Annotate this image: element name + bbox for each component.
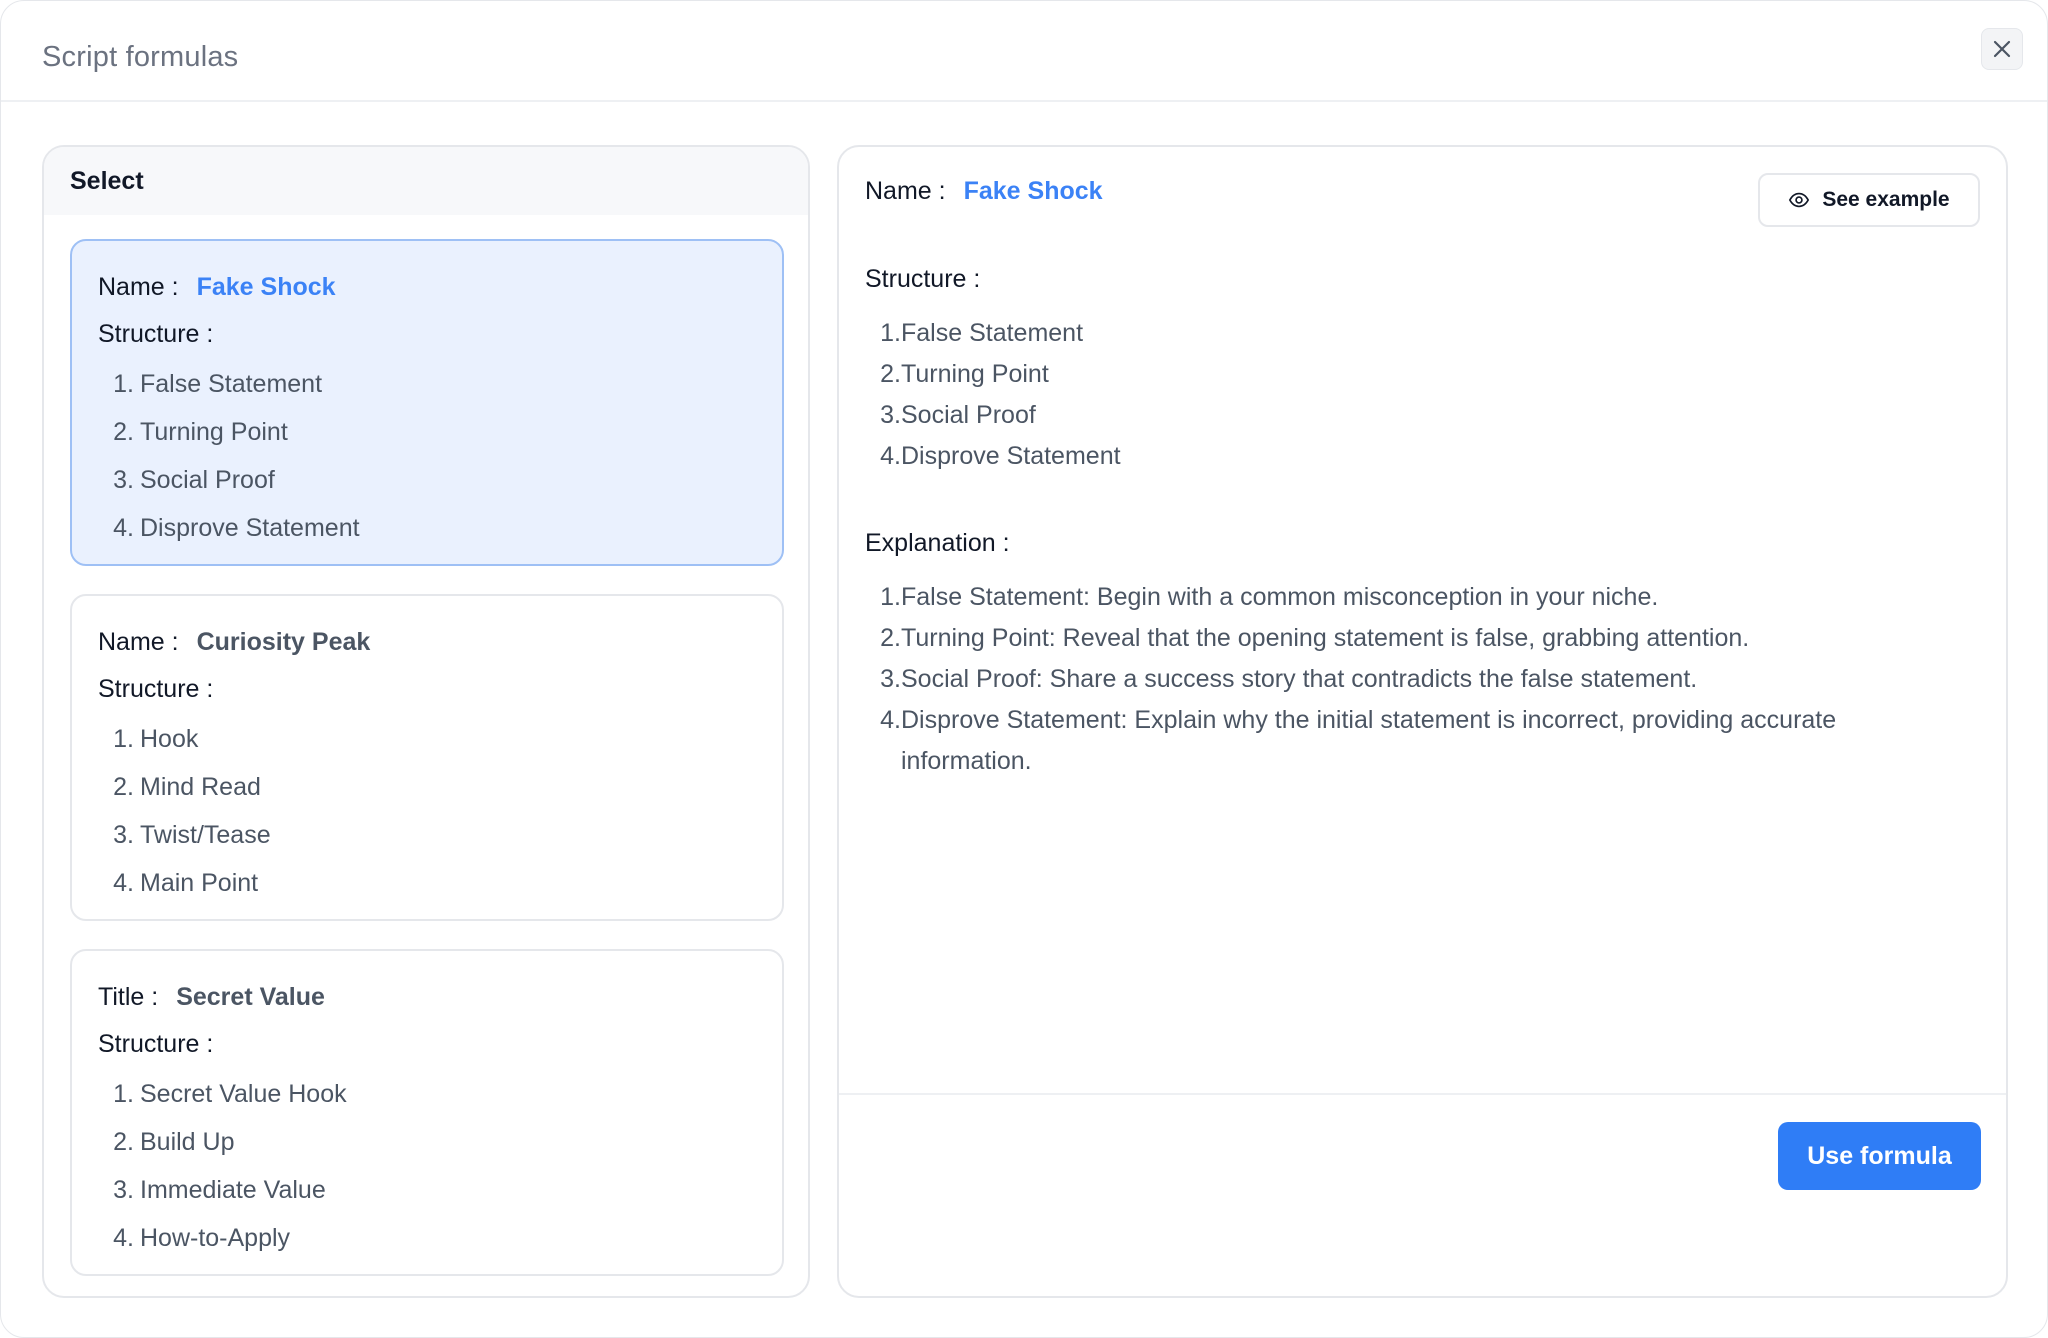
formula-card-list: Name : Fake Shock Structure : 1. False St…: [70, 239, 786, 1296]
close-button[interactable]: [1981, 28, 2023, 70]
formula-card-fake-shock[interactable]: Name : Fake Shock Structure : 1. False St…: [70, 239, 784, 566]
detail-explanation-label: Explanation :: [865, 529, 1010, 557]
detail-name: Fake Shock: [963, 176, 1103, 205]
list-item: 4. Disprove Statement: [880, 442, 1121, 470]
detail-name-label: Name :: [865, 176, 946, 205]
card-structure-label: Structure :: [98, 675, 214, 703]
list-item: 3. Immediate Value: [113, 1175, 326, 1204]
script-formulas-modal: Script formulas Select Name : Fake Shock…: [0, 0, 2048, 1338]
detail-structure-list: 1. False Statement 2. Turning Point 3. Soci…: [865, 313, 1965, 477]
list-item: 2. Turning Point: [880, 360, 1049, 388]
list-item: 4. Disprove Statement: [113, 513, 360, 542]
list-item: 1. False Statement: [113, 369, 323, 398]
list-item: 4. Main Point: [113, 868, 259, 897]
list-item: 2. Turning Point: Reveal that the opening…: [880, 624, 1750, 652]
list-item: 2. Turning Point: [113, 417, 288, 446]
eye-icon: [1788, 189, 1810, 211]
card-key-label: Title :: [98, 982, 159, 1011]
list-item: 3. Social Proof: [880, 401, 1036, 429]
formula-detail-panel: Name : Fake Shock See example Structure …: [837, 145, 2008, 1298]
list-item: 1. False Statement: [880, 319, 1084, 347]
card-structure-list: 1. False Statement 2. Turning Point 3. Soci…: [98, 360, 756, 564]
list-item: 4. How-to-Apply: [113, 1223, 291, 1252]
footer-divider: [839, 1093, 2006, 1095]
formula-card-secret-value[interactable]: Title : Secret Value Structure : 1. Secre…: [70, 949, 784, 1276]
close-icon: [1993, 40, 2011, 58]
card-name: Curiosity Peak: [196, 627, 371, 656]
list-item: 2. Mind Read: [113, 772, 261, 801]
detail-explanation-list: 1. False Statement: Begin with a common m…: [865, 577, 1965, 782]
list-item: 1. Secret Value Hook: [113, 1079, 347, 1108]
card-structure-label: Structure :: [98, 320, 214, 348]
list-item: 3. Twist/Tease: [113, 820, 271, 849]
modal-header: Script formulas: [1, 1, 2047, 102]
detail-name-row: Name : Fake Shock: [865, 169, 1103, 213]
use-formula-button[interactable]: Use formula: [1778, 1122, 1981, 1190]
card-key-label: Name :: [98, 272, 179, 301]
card-name: Fake Shock: [196, 272, 336, 301]
list-item: 1. False Statement: Begin with a common m…: [880, 583, 1659, 611]
list-item: 3. Social Proof: [113, 465, 275, 494]
list-item: 1. Hook: [113, 724, 199, 753]
detail-structure-label: Structure :: [865, 265, 981, 293]
card-structure-list: 1. Secret Value Hook 2. Build Up 3. Immedia…: [98, 1070, 756, 1274]
see-example-label: See example: [1822, 188, 1950, 211]
modal-title: Script formulas: [42, 41, 239, 73]
list-item: 4. Disprove Statement: Explain why the in…: [880, 706, 1837, 775]
card-name: Secret Value: [176, 982, 325, 1011]
card-key-label: Name :: [98, 627, 179, 656]
card-structure-list: 1. Hook 2. Mind Read 3. Twist/Tease 4. Main …: [98, 715, 756, 919]
list-item: 2. Build Up: [113, 1127, 235, 1156]
select-header: Select: [44, 147, 808, 215]
formula-card-curiosity-peak[interactable]: Name : Curiosity Peak Structure : 1. Hook…: [70, 594, 784, 921]
card-structure-label: Structure :: [98, 1030, 214, 1058]
list-item: 3. Social Proof: Share a success story th…: [880, 665, 1698, 693]
formula-select-panel: Select Name : Fake Shock Structure : 1. F…: [42, 145, 810, 1298]
see-example-button[interactable]: See example: [1758, 173, 1980, 227]
